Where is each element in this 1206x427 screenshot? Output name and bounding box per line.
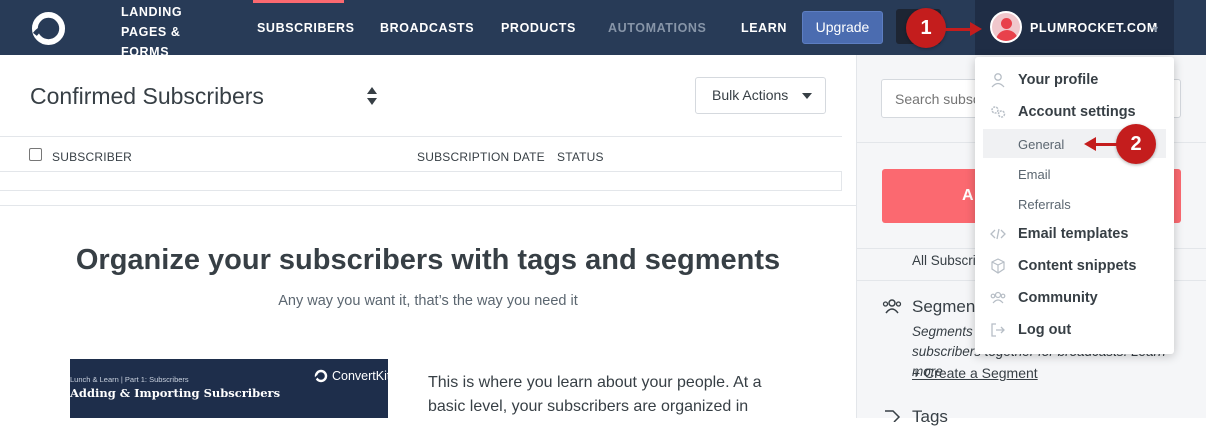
- column-header-status[interactable]: STATUS: [557, 150, 604, 164]
- cube-icon: [991, 258, 1005, 274]
- user-icon: [991, 73, 1005, 88]
- code-icon: [990, 228, 1006, 240]
- menu-item-content-snippets[interactable]: Content snippets: [1018, 258, 1136, 274]
- divider: [0, 205, 856, 206]
- menu-item-general[interactable]: General: [1018, 137, 1064, 152]
- chevron-down-icon: ▼: [1151, 24, 1160, 34]
- convertkit-logo-icon[interactable]: [31, 11, 66, 46]
- video-series-label: Lunch & Learn | Part 1: Subscribers: [70, 375, 189, 384]
- create-segment-link[interactable]: + Create a Segment: [912, 365, 1038, 381]
- menu-item-email[interactable]: Email: [1018, 167, 1051, 182]
- gears-icon: [991, 106, 1006, 118]
- avatar[interactable]: [990, 11, 1022, 43]
- active-tab-indicator: [253, 0, 344, 3]
- nav-landing-pages-forms[interactable]: LANDING PAGES & FORMS: [121, 2, 211, 62]
- nav-products[interactable]: PRODUCTS: [501, 21, 576, 35]
- menu-item-email-templates[interactable]: Email templates: [1018, 226, 1128, 242]
- arrow-left-icon: [1084, 137, 1096, 151]
- step-marker-1: 1: [906, 8, 946, 48]
- chevron-down-icon: [802, 93, 812, 99]
- tag-icon: [885, 410, 901, 422]
- menu-item-community[interactable]: Community: [1018, 290, 1098, 306]
- column-header-subscriber[interactable]: SUBSCRIBER: [52, 150, 132, 164]
- video-thumbnail[interactable]: Lunch & Learn | Part 1: Subscribers Addi…: [70, 359, 388, 418]
- nav-subscribers[interactable]: SUBSCRIBERS: [257, 21, 355, 35]
- nav-broadcasts[interactable]: BROADCASTS: [380, 21, 474, 35]
- logout-icon: [991, 323, 1005, 337]
- nav-learn[interactable]: LEARN: [741, 21, 787, 35]
- empty-state-subheading: Any way you want it, that’s the way you …: [278, 293, 578, 309]
- menu-item-referrals[interactable]: Referrals: [1018, 197, 1071, 212]
- tags-heading: Tags: [912, 407, 948, 426]
- upgrade-button[interactable]: Upgrade: [802, 11, 883, 44]
- learn-paragraph: This is where you learn about your peopl…: [428, 374, 762, 415]
- select-all-checkbox[interactable]: [29, 148, 42, 161]
- empty-state-heading: Organize your subscribers with tags and …: [75, 244, 781, 276]
- video-brand-label: ConvertKit: [332, 369, 388, 383]
- sort-icon[interactable]: [366, 86, 378, 106]
- menu-item-account-settings[interactable]: Account settings: [1018, 104, 1136, 120]
- arrow-right-icon: [970, 22, 982, 36]
- menu-item-log-out[interactable]: Log out: [1018, 322, 1071, 338]
- account-dropdown-menu: [975, 57, 1174, 354]
- community-icon: [990, 291, 1006, 304]
- convertkit-logo-icon: [314, 369, 328, 383]
- page-title: Confirmed Subscribers: [30, 83, 264, 109]
- video-title: Adding & Importing Subscribers: [70, 386, 281, 400]
- menu-item-your-profile[interactable]: Your profile: [1018, 72, 1098, 88]
- arrow-line: [1096, 143, 1118, 146]
- column-header-subscription-date[interactable]: SUBSCRIPTION DATE: [417, 150, 545, 164]
- account-name[interactable]: PLUMROCKET.COM: [1030, 21, 1158, 35]
- nav-automations[interactable]: AUTOMATIONS: [608, 21, 707, 35]
- table-row: [0, 172, 842, 191]
- step-marker-2: 2: [1116, 124, 1156, 164]
- avatar-head: [1001, 18, 1012, 29]
- users-icon: [882, 299, 902, 314]
